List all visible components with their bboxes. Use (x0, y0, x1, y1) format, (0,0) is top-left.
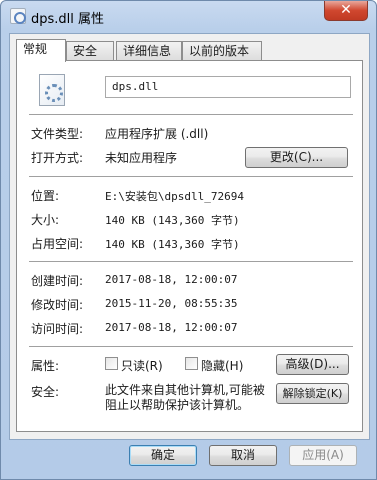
divider (29, 114, 353, 115)
tab-details[interactable]: 详细信息 (116, 41, 182, 61)
change-button[interactable]: 更改(C)... (245, 147, 348, 168)
created-value: 2017-08-18, 12:00:07 (105, 273, 238, 286)
attributes-label: 属性: (31, 359, 60, 373)
divider (29, 176, 353, 177)
size-value: 140 KB (143,360 字节) (105, 214, 240, 227)
cancel-button[interactable]: 取消 (209, 445, 277, 466)
security-label: 安全: (31, 385, 60, 399)
created-label: 创建时间: (31, 274, 84, 288)
tab-security[interactable]: 安全 (66, 41, 114, 61)
accessed-value: 2017-08-18, 12:00:07 (105, 321, 238, 334)
hidden-checkbox[interactable] (185, 357, 198, 370)
general-tab-page: dps.dll 文件类型: 应用程序扩展 (.dll) 打开方式: 未知应用程序… (16, 60, 363, 432)
size-label: 大小: (31, 213, 60, 227)
security-warning-text: 此文件来自其他计算机,可能被阻止以帮助保护该计算机。 (105, 383, 265, 412)
readonly-checkbox[interactable] (105, 357, 118, 370)
divider (29, 261, 353, 262)
file-type-label: 文件类型: (31, 127, 84, 141)
properties-window: dps.dll 属性 ✕ 常规 安全 详细信息 以前的版本 dps.dll 文件… (0, 0, 377, 480)
dll-file-icon (10, 8, 26, 24)
title-bar[interactable]: dps.dll 属性 ✕ (1, 1, 376, 31)
unblock-button[interactable]: 解除锁定(K) (276, 383, 349, 404)
readonly-label[interactable]: 只读(R) (121, 357, 163, 374)
accessed-label: 访问时间: (31, 322, 84, 336)
size-on-disk-value: 140 KB (143,360 字节) (105, 238, 240, 251)
location-value: E:\安装包\dpsdll_72694 (105, 190, 244, 203)
close-icon: ✕ (340, 2, 352, 18)
tab-previous-versions[interactable]: 以前的版本 (182, 41, 262, 61)
window-title: dps.dll 属性 (31, 12, 105, 27)
size-on-disk-label: 占用空间: (31, 237, 84, 251)
file-name-field[interactable]: dps.dll (105, 76, 351, 98)
modified-label: 修改时间: (31, 298, 84, 312)
location-label: 位置: (31, 189, 60, 203)
ok-button[interactable]: 确定 (129, 445, 197, 466)
opens-with-label: 打开方式: (31, 151, 84, 165)
apply-button[interactable]: 应用(A) (289, 445, 357, 466)
dll-file-icon (39, 74, 65, 106)
close-button[interactable]: ✕ (324, 1, 368, 21)
advanced-button[interactable]: 高级(D)... (276, 354, 349, 375)
opens-with-value: 未知应用程序 (105, 151, 178, 165)
hidden-label[interactable]: 隐藏(H) (201, 357, 243, 374)
tab-general[interactable]: 常规 (16, 39, 66, 62)
dialog-panel: 常规 安全 详细信息 以前的版本 dps.dll 文件类型: 应用程序扩展 (.… (9, 33, 370, 440)
modified-value: 2015-11-20, 08:55:35 (105, 297, 238, 310)
dialog-buttons: 确定 取消 应用(A) (1, 445, 377, 469)
file-type-value: 应用程序扩展 (.dll) (105, 127, 209, 141)
divider (29, 346, 353, 347)
